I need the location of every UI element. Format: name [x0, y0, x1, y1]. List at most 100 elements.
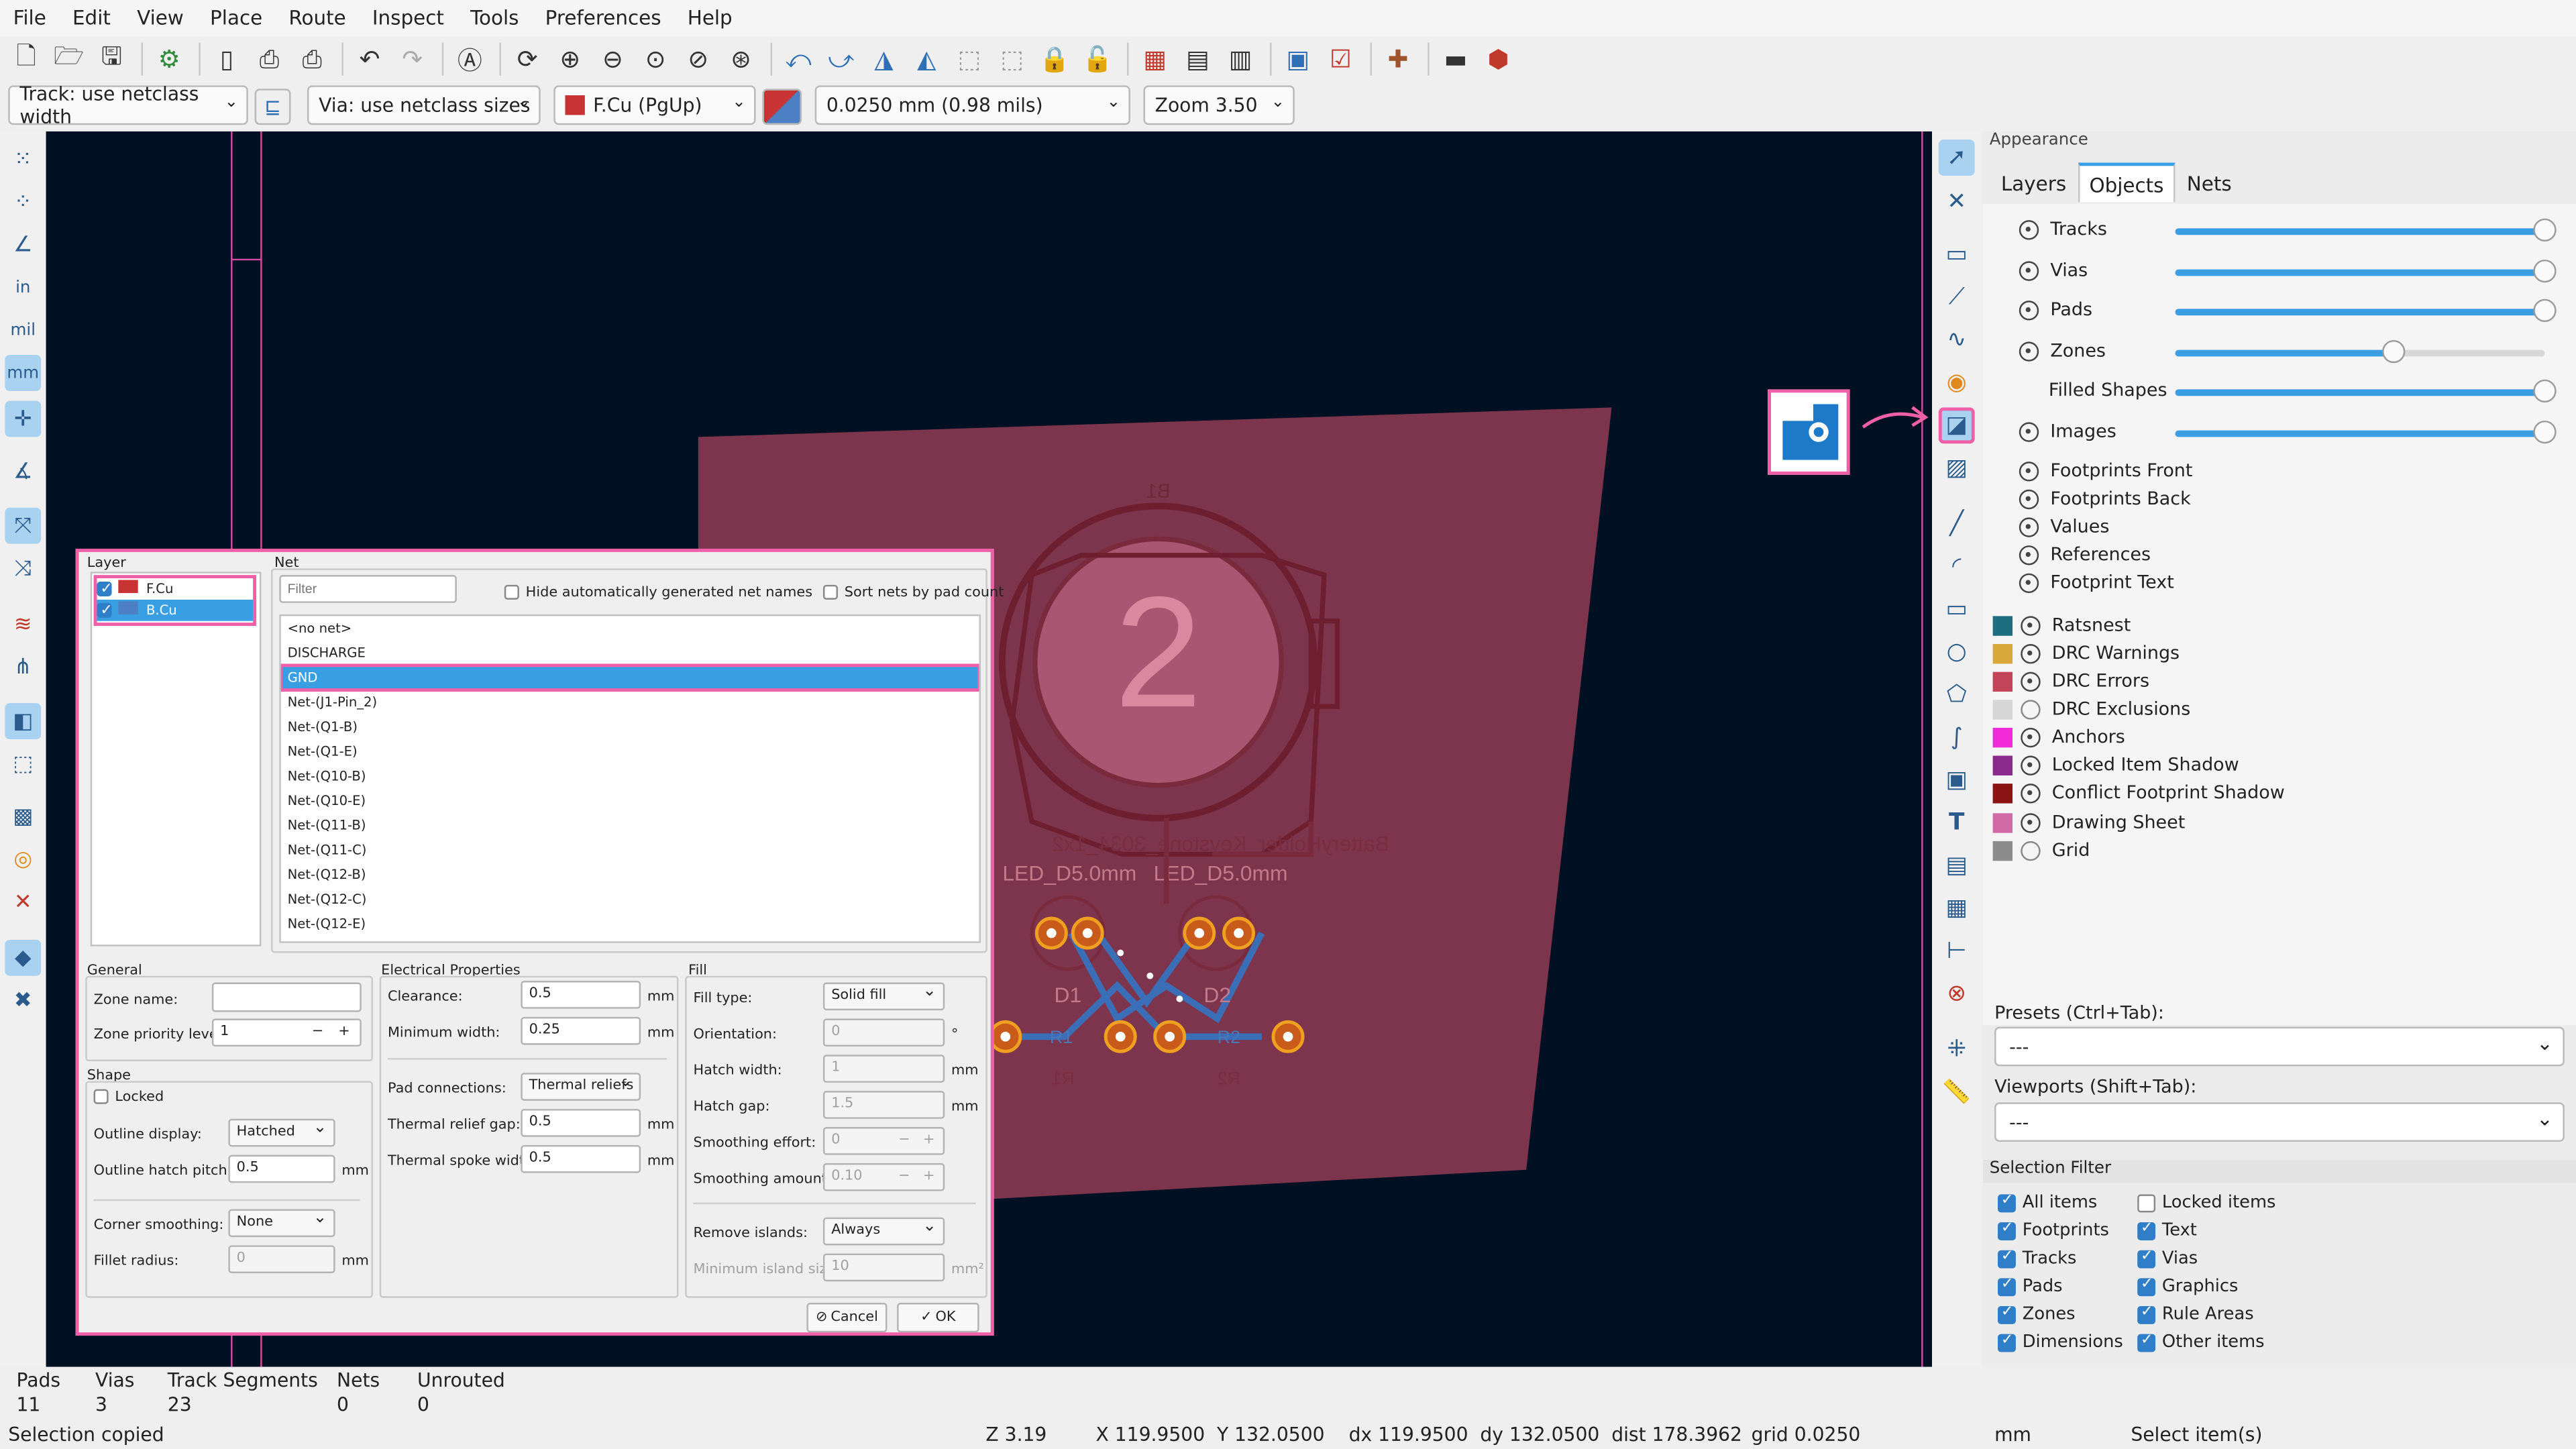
- plus-icon[interactable]: +: [338, 1020, 350, 1043]
- zoom-fit-icon[interactable]: ⊙: [636, 40, 676, 79]
- contrast-mode-icon[interactable]: ⋔: [5, 649, 41, 685]
- net-item[interactable]: Net-(Q10-B): [281, 764, 979, 789]
- group-icon[interactable]: ⬚: [950, 40, 989, 79]
- redo-icon[interactable]: ↷: [392, 40, 432, 79]
- draw-polygon-icon[interactable]: ⬠: [1939, 677, 1975, 713]
- add-rule-area-icon[interactable]: ▨: [1939, 450, 1975, 486]
- menu-route[interactable]: Route: [276, 7, 360, 30]
- slider-knob[interactable]: [2533, 420, 2557, 444]
- filter-dimensions[interactable]: Dimensions: [1997, 1332, 2123, 1352]
- print-icon[interactable]: ⎙: [250, 40, 289, 79]
- checkbox[interactable]: [1997, 1276, 2016, 1296]
- draw-bezier-icon[interactable]: ∫: [1939, 720, 1975, 756]
- show-zone-outline-icon[interactable]: ⬚: [5, 746, 41, 782]
- zones-opacity-slider[interactable]: [2175, 339, 2545, 364]
- mirror-icon[interactable]: ◭: [907, 40, 947, 79]
- draw-rectangle-icon[interactable]: ▭: [1939, 592, 1975, 628]
- menu-tools[interactable]: Tools: [458, 7, 533, 30]
- eye-icon[interactable]: [2021, 727, 2041, 747]
- checkbox[interactable]: [97, 580, 113, 601]
- set-origin-icon[interactable]: ⁜: [1939, 1032, 1975, 1068]
- checkbox[interactable]: [1997, 1220, 2016, 1240]
- presets-select[interactable]: --- ⌄: [1994, 1026, 2565, 1067]
- hatch-width-input[interactable]: 1: [822, 1055, 945, 1083]
- checkbox[interactable]: [1997, 1192, 2016, 1212]
- rotate-cw-icon[interactable]: ⤻: [822, 40, 861, 79]
- color-swatch[interactable]: [1992, 812, 2013, 833]
- filter-locked-items[interactable]: Locked items: [2137, 1193, 2275, 1212]
- net-item[interactable]: Net-(Q11-C): [281, 838, 979, 863]
- eye-icon[interactable]: [2021, 782, 2041, 803]
- draw-arc-icon[interactable]: ◜: [1939, 549, 1975, 585]
- local-ratsnest-icon[interactable]: ✕: [1939, 184, 1975, 220]
- new-board-icon[interactable]: 🗋: [7, 40, 46, 79]
- tune-length-icon[interactable]: ∿: [1939, 322, 1975, 358]
- menu-file[interactable]: File: [0, 7, 59, 30]
- priority-stepper[interactable]: 1 − +: [211, 1018, 362, 1047]
- page-settings-icon[interactable]: ▯: [207, 40, 247, 79]
- drc-icon[interactable]: ☑: [1321, 40, 1360, 79]
- scripting-icon[interactable]: ✚: [1379, 40, 1418, 79]
- net-list[interactable]: <no net> DISCHARGE GND Net-(J1-Pin_2) Ne…: [279, 614, 981, 943]
- minus-icon[interactable]: −: [898, 1128, 910, 1151]
- plus-icon[interactable]: +: [923, 1165, 934, 1187]
- ungroup-icon[interactable]: ⬚: [992, 40, 1032, 79]
- checkbox[interactable]: [2137, 1303, 2156, 1324]
- track-highlight-icon[interactable]: ≋: [5, 606, 41, 643]
- checkbox[interactable]: [2137, 1276, 2156, 1296]
- layer-pair-icon[interactable]: [762, 89, 802, 125]
- net-item[interactable]: Net-(Q12-C): [281, 887, 979, 912]
- checkbox[interactable]: [822, 584, 838, 600]
- clearance-input[interactable]: 0.5: [521, 981, 641, 1009]
- checkbox[interactable]: [2137, 1332, 2156, 1352]
- checkbox[interactable]: [1997, 1303, 2016, 1324]
- hide-auto-nets-option[interactable]: Hide automatically generated net names: [504, 584, 812, 601]
- slider-knob[interactable]: [2533, 218, 2557, 242]
- eye-icon[interactable]: [2019, 544, 2039, 565]
- netlist-update-icon[interactable]: ▣: [1278, 40, 1318, 79]
- color-swatch[interactable]: [1992, 699, 2013, 719]
- find-icon[interactable]: Ⓐ: [450, 40, 490, 79]
- filter-tracks[interactable]: Tracks: [1997, 1248, 2076, 1269]
- grid-dots-icon[interactable]: ⁙: [5, 142, 41, 178]
- relief-gap-input[interactable]: 0.5: [521, 1109, 641, 1137]
- eye-icon[interactable]: [2021, 812, 2041, 833]
- angle-constraint-icon[interactable]: ∡: [5, 453, 41, 490]
- show-zone-fill-icon[interactable]: ◧: [5, 703, 42, 740]
- via-size-select[interactable]: Via: use netclass sizes ⌄: [307, 85, 541, 125]
- filter-other-items[interactable]: Other items: [2137, 1332, 2265, 1352]
- locked-option[interactable]: Locked: [93, 1089, 164, 1106]
- net-item[interactable]: Net-(Q1-B): [281, 714, 979, 739]
- images-opacity-slider[interactable]: [2175, 420, 2557, 444]
- mm-units-icon[interactable]: mm: [5, 354, 42, 391]
- properties-manager-icon[interactable]: ✖: [5, 983, 41, 1019]
- slider-knob[interactable]: [2382, 339, 2406, 364]
- zoom-objects-icon[interactable]: ⊘: [678, 40, 718, 79]
- checkbox[interactable]: [504, 584, 519, 600]
- menu-view[interactable]: View: [124, 7, 197, 30]
- orientation-input[interactable]: 0: [822, 1018, 945, 1047]
- hatch-pitch-input[interactable]: 0.5: [228, 1155, 335, 1183]
- smoothing-amount-stepper[interactable]: 0.10 − +: [822, 1163, 945, 1191]
- filled-shapes-opacity-slider[interactable]: [2175, 379, 2557, 403]
- net-item[interactable]: Net-(Q12-E): [281, 912, 979, 936]
- plot-icon[interactable]: ⎙: [292, 40, 332, 79]
- fillet-radius-input[interactable]: 0: [228, 1245, 335, 1273]
- layer-item-bcu[interactable]: B.Cu: [97, 599, 254, 623]
- eye-icon[interactable]: [2019, 460, 2039, 481]
- draw-line-icon[interactable]: ╱: [1939, 506, 1975, 542]
- eye-icon[interactable]: [2019, 572, 2039, 592]
- fill-type-select[interactable]: Solid fill: [822, 979, 945, 1011]
- eye-icon[interactable]: [2019, 421, 2039, 441]
- draw-circle-icon[interactable]: ○: [1939, 634, 1975, 670]
- filter-footprints[interactable]: Footprints: [1997, 1220, 2109, 1240]
- checkbox[interactable]: [97, 601, 113, 623]
- layer-item-fcu[interactable]: F.Cu: [97, 578, 253, 601]
- filter-vias[interactable]: Vias: [2137, 1248, 2198, 1269]
- track-width-select[interactable]: Track: use netclass width ⌄: [8, 82, 248, 128]
- add-table-icon[interactable]: ▦: [1939, 890, 1975, 926]
- grid-select[interactable]: 0.0250 mm (0.98 mils) ⌄: [814, 85, 1130, 125]
- net-item[interactable]: <no net>: [281, 616, 979, 641]
- filter-graphics[interactable]: Graphics: [2137, 1276, 2238, 1296]
- filter-zones[interactable]: Zones: [1997, 1303, 2076, 1324]
